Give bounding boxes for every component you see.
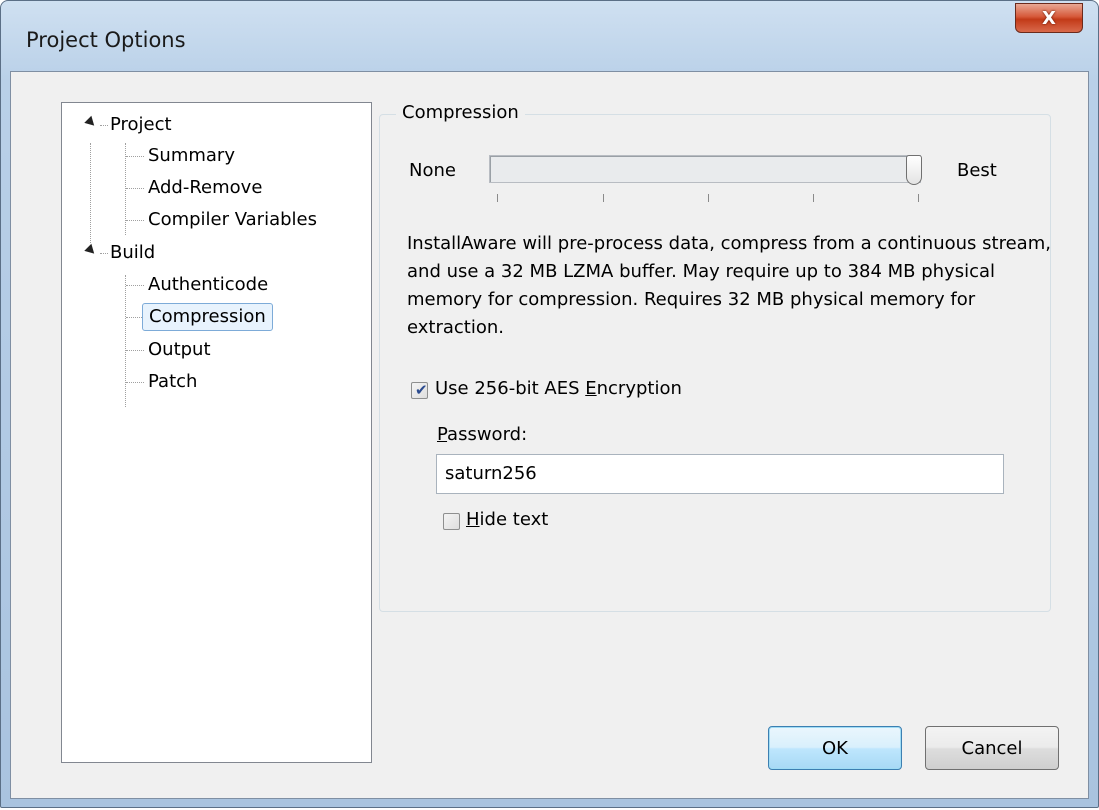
compression-description: InstallAware will pre-process data, comp… (407, 233, 1051, 338)
ok-button[interactable]: OK (768, 726, 902, 770)
hide-label-accel: H (466, 509, 480, 530)
dialog-client-area: Project Summary Add-Remove Compiler Vari… (10, 71, 1089, 799)
tree-connector (126, 156, 144, 157)
tree-connector (100, 125, 108, 126)
compression-level-slider[interactable] (489, 155, 921, 183)
aes-label-accel: E (585, 378, 597, 399)
aes-encryption-label[interactable]: Use 256-bit AES Encryption (435, 378, 682, 399)
collapse-triangle-icon[interactable] (84, 115, 98, 130)
tree-connector (126, 220, 144, 221)
close-icon: X (1042, 7, 1056, 29)
compression-group (379, 114, 1051, 612)
slider-tick (497, 194, 498, 202)
slider-tick (603, 194, 604, 202)
tree-item-output[interactable]: Output (148, 337, 211, 363)
slider-tick (813, 194, 814, 202)
tree-item-patch[interactable]: Patch (148, 369, 197, 395)
password-label: Password: (437, 424, 527, 445)
tree-item-summary[interactable]: Summary (148, 143, 235, 169)
tree-connector (126, 382, 144, 383)
password-label-part: assword: (447, 424, 528, 445)
tree-item-build[interactable]: Build (110, 240, 155, 266)
project-options-window: Project Options X Project Summary Add-Re… (0, 0, 1099, 808)
tree-connector (126, 188, 144, 189)
slider-tick (708, 194, 709, 202)
tree-item-project[interactable]: Project (110, 112, 172, 138)
aes-encryption-checkbox[interactable]: ✔ (411, 381, 428, 399)
hide-label-part: ide text (479, 509, 549, 530)
password-label-accel: P (437, 424, 448, 445)
tree-connector (126, 350, 144, 351)
close-button[interactable]: X (1015, 3, 1083, 33)
slider-tick (918, 194, 919, 202)
compression-group-label: Compression (396, 102, 525, 123)
password-input[interactable]: saturn256 (436, 454, 1004, 494)
cancel-button[interactable]: Cancel (925, 726, 1059, 770)
tree-connector (100, 253, 108, 254)
hide-text-label[interactable]: Hide text (466, 509, 548, 530)
hide-text-checkbox[interactable] (443, 513, 460, 530)
tree-connector (125, 275, 126, 407)
aes-label-part: Use 256-bit AES (435, 378, 586, 399)
collapse-triangle-icon[interactable] (84, 243, 98, 258)
window-title: Project Options (26, 28, 186, 52)
tree-connector (126, 285, 144, 286)
tree-item-authenticode[interactable]: Authenticode (148, 272, 268, 298)
slider-thumb[interactable] (906, 155, 922, 185)
slider-min-label: None (409, 160, 456, 181)
slider-max-label: Best (957, 160, 997, 181)
tree-item-add-remove[interactable]: Add-Remove (148, 175, 262, 201)
tree-item-compression[interactable]: Compression (142, 303, 273, 331)
tree-connector (90, 143, 91, 243)
options-tree[interactable]: Project Summary Add-Remove Compiler Vari… (61, 102, 372, 763)
checkmark-icon: ✔ (415, 381, 428, 399)
tree-item-compiler-variables[interactable]: Compiler Variables (148, 207, 317, 233)
aes-label-part: ncryption (596, 378, 682, 399)
